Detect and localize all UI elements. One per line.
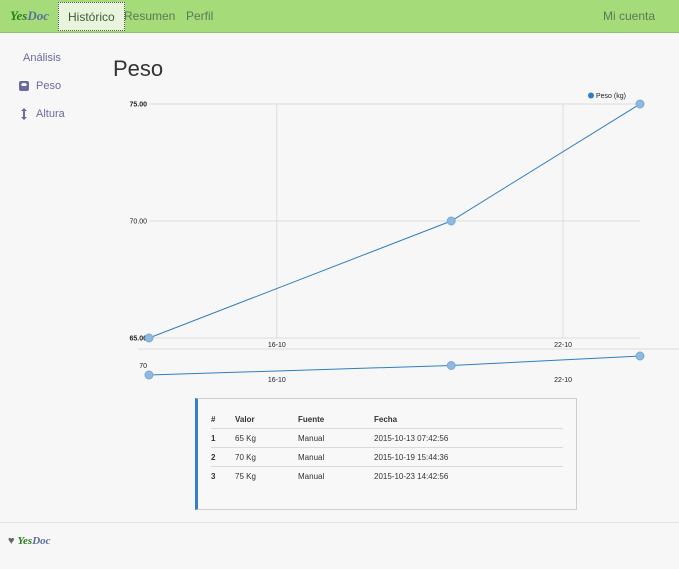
footer: ♥ YesDoc [8, 535, 51, 547]
measurements-table: # Valor Fuente Fecha 1 65 Kg Manual 2015… [211, 411, 563, 485]
overview-y-tick-label: 70 [139, 363, 147, 370]
overview-x-tick-label: 16-10 [268, 377, 286, 384]
heart-icon: ♥ [8, 535, 15, 547]
cell-valor: 70 Kg [235, 447, 298, 467]
col-header-index: # [211, 415, 216, 424]
col-header-fuente: Fuente [298, 415, 325, 424]
y-tick-label: 75.00 [129, 102, 147, 109]
legend-label: Peso (kg) [596, 93, 626, 100]
col-header-valor: Valor [235, 415, 255, 424]
cell-fuente: Manual [298, 466, 374, 485]
weight-chart: 65.00 70.00 75.00 16-10 22-10 Peso (kg) 70 16-1… [129, 92, 679, 384]
table-row: 3 75 Kg Manual 2015-10-23 14:42:56 [211, 466, 563, 485]
footer-brand-doc: Doc [32, 535, 51, 547]
overview-x-tick-label: 22-10 [554, 377, 572, 384]
y-tick-label: 65.00 [129, 336, 147, 343]
cell-fecha: 2015-10-13 07:42:56 [374, 428, 563, 448]
overview-data-point [635, 351, 645, 361]
cell-index: 3 [211, 466, 235, 485]
data-point [446, 216, 456, 226]
table-header-row: # Valor Fuente Fecha [211, 411, 563, 429]
table-row: 2 70 Kg Manual 2015-10-19 15:44:36 [211, 447, 563, 467]
cell-fecha: 2015-10-19 15:44:36 [374, 447, 563, 467]
footer-brand[interactable]: YesDoc [18, 535, 51, 547]
footer-brand-yes: Yes [17, 535, 33, 547]
cell-fecha: 2015-10-23 14:42:56 [374, 466, 563, 485]
data-point [144, 333, 154, 343]
footer-divider [0, 522, 679, 523]
cell-index: 2 [211, 447, 235, 467]
cell-valor: 75 Kg [235, 466, 298, 485]
col-header-fecha: Fecha [374, 415, 398, 424]
overview-series-line [148, 355, 641, 376]
cell-index: 1 [211, 428, 235, 448]
measurements-table-card: # Valor Fuente Fecha 1 65 Kg Manual 2015… [195, 398, 577, 510]
overview-data-point [144, 370, 154, 380]
cell-fuente: Manual [298, 428, 374, 448]
y-tick-label: 70.00 [129, 219, 147, 226]
x-tick-label: 22-10 [554, 342, 572, 349]
table-row: 1 65 Kg Manual 2015-10-13 07:42:56 [211, 428, 563, 448]
data-point [635, 99, 645, 109]
cell-fuente: Manual [298, 447, 374, 467]
overview-data-point [446, 361, 456, 370]
cell-valor: 65 Kg [235, 428, 298, 448]
x-tick-label: 16-10 [268, 342, 286, 349]
legend-swatch [588, 92, 594, 99]
